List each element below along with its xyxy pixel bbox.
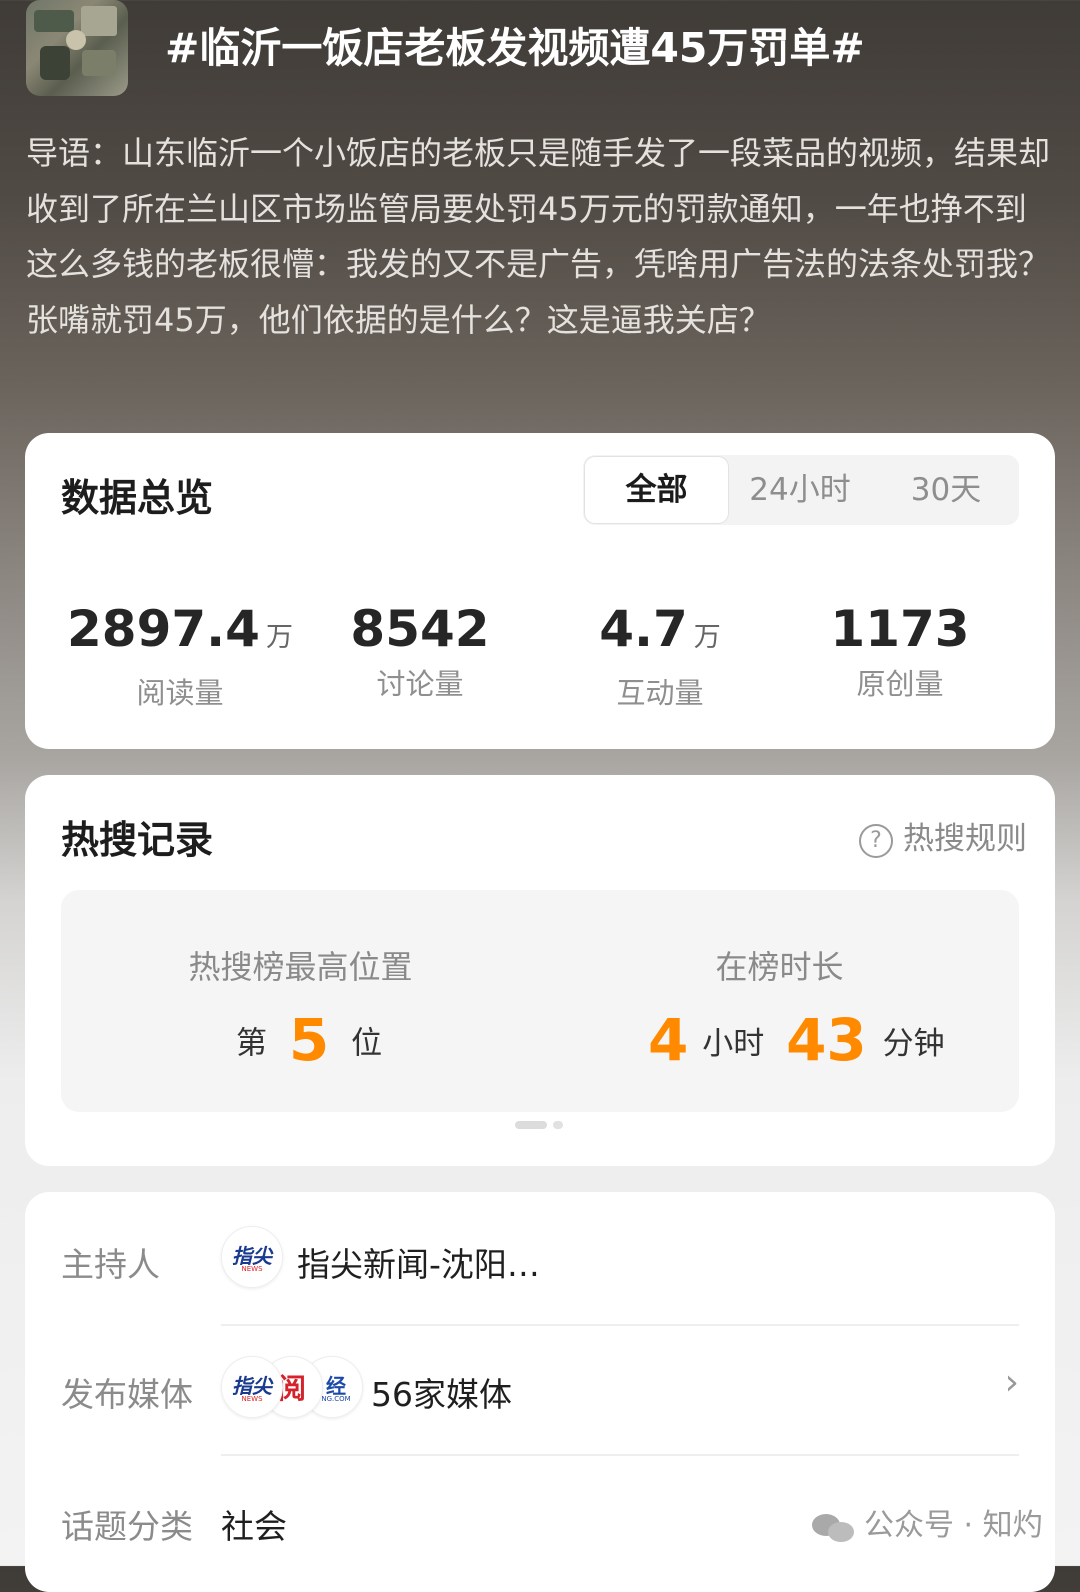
- question-circle-icon: ?: [859, 823, 893, 858]
- stat-label: 阅读量: [136, 676, 224, 710]
- duration-minutes: 43: [786, 1006, 867, 1074]
- stat-value: 2897.4: [67, 600, 260, 658]
- stat-unit: 万: [693, 622, 721, 653]
- watermark-text: 公众号 · 知灼: [864, 1508, 1043, 1543]
- peak-suffix: 位: [351, 1025, 383, 1062]
- hot-search-stats-panel[interactable]: 热搜榜最高位置 第 5 位 在榜时长 4 小时 43 分钟: [61, 890, 1019, 1112]
- data-overview-card: 数据总览 全部 24小时 30天 2897.4 万 阅读量 8542 讨论量 4.…: [25, 433, 1055, 749]
- duration-label: 在榜时长: [715, 948, 844, 986]
- rules-label: 热搜规则: [903, 821, 1027, 857]
- media-count: 56家媒体: [371, 1375, 512, 1414]
- tab-30d[interactable]: 30天: [879, 455, 1013, 525]
- chevron-right-icon: ›: [1004, 1362, 1019, 1403]
- time-range-segmented-control: 全部 24小时 30天: [583, 455, 1019, 525]
- stat-value: 4.7: [599, 600, 688, 658]
- stat-reads: 2897.4 万 阅读量: [60, 599, 300, 712]
- topic-title: #临沂一饭店老板发视频遭45万罚单#: [165, 24, 865, 72]
- stat-originals: 1173 原创量: [780, 599, 1020, 703]
- stat-unit: 万: [265, 622, 293, 653]
- stat-discussions: 8542 讨论量: [300, 599, 540, 703]
- pager-dot-active[interactable]: [515, 1121, 547, 1129]
- wechat-watermark: 公众号 · 知灼: [812, 1500, 1043, 1544]
- tab-all[interactable]: 全部: [584, 456, 729, 524]
- peak-prefix: 第: [236, 1025, 267, 1062]
- host-name[interactable]: 指尖新闻-沈阳…: [297, 1238, 540, 1286]
- topic-intro: 导语：山东临沂一个小饭店的老板只是随手发了一段菜品的视频，结果却收到了所在兰山区…: [26, 134, 1051, 339]
- peak-position-value: 第 5 位: [236, 1006, 382, 1074]
- stat-label: 原创量: [856, 667, 944, 701]
- media-logo: 指尖 NEWS: [221, 1356, 283, 1418]
- stat-label: 互动量: [616, 676, 704, 710]
- stat-value: 8542: [350, 600, 490, 658]
- row-divider: [221, 1324, 1019, 1326]
- hot-search-card: 热搜记录 ? 热搜规则 热搜榜最高位置 第 5 位 在榜时长 4 小时 43 分钟: [25, 775, 1055, 1166]
- topic-header: #临沂一饭店老板发视频遭45万罚单# 导语：山东临沂一个小饭店的老板只是随手发了…: [0, 0, 1080, 430]
- duration-hours-unit: 小时: [702, 1025, 765, 1062]
- media-logo-sub: NG.COM: [321, 1395, 351, 1403]
- media-logo-sub: NEWS: [241, 1395, 263, 1403]
- peak-rank: 5: [288, 1006, 330, 1074]
- category-value: 社会: [221, 1507, 287, 1546]
- media-label: 发布媒体: [61, 1375, 193, 1414]
- stat-value: 1173: [830, 600, 970, 658]
- duration-value: 4 小时 43 分钟: [648, 1006, 945, 1074]
- stat-label: 讨论量: [376, 667, 464, 701]
- row-divider: [221, 1454, 1019, 1456]
- host-avatar[interactable]: 指尖 NEWS: [221, 1226, 283, 1288]
- stat-interactions: 4.7 万 互动量: [540, 599, 780, 712]
- tab-24h[interactable]: 24小时: [733, 455, 867, 525]
- pager-dot[interactable]: [553, 1121, 563, 1129]
- wechat-icon: [812, 1512, 856, 1542]
- hot-search-title: 热搜记录: [61, 818, 214, 862]
- host-label: 主持人: [61, 1245, 160, 1284]
- duration-hours: 4: [648, 1006, 689, 1074]
- hot-search-rules-link[interactable]: ? 热搜规则: [859, 813, 1027, 858]
- category-label: 话题分类: [61, 1507, 193, 1546]
- overview-title: 数据总览: [61, 476, 214, 520]
- peak-position-label: 热搜榜最高位置: [188, 948, 413, 986]
- host-logo-sub: NEWS: [241, 1265, 263, 1273]
- topic-thumbnail[interactable]: [26, 0, 128, 96]
- duration-minutes-unit: 分钟: [882, 1025, 945, 1062]
